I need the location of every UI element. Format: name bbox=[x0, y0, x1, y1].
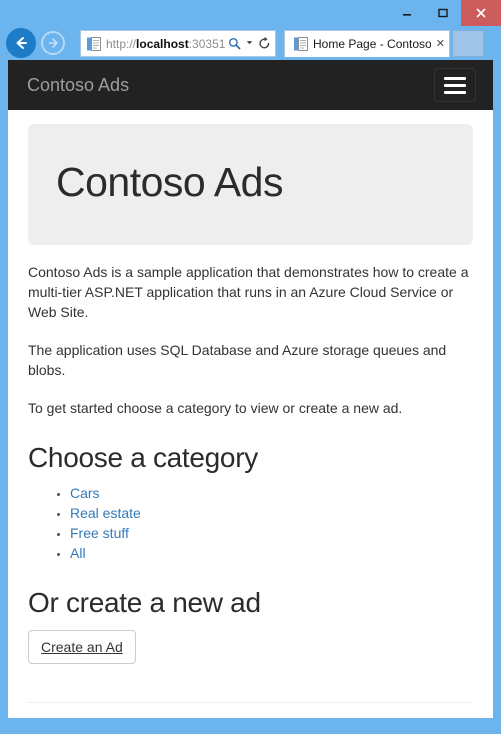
category-link-cars[interactable]: Cars bbox=[70, 485, 100, 501]
minimize-button[interactable] bbox=[389, 0, 425, 26]
tab-favicon bbox=[293, 36, 309, 52]
address-bar[interactable]: http://localhost:30351, bbox=[80, 30, 276, 57]
tab-title: Home Page - Contoso... bbox=[313, 37, 431, 51]
refresh-icon bbox=[258, 37, 269, 49]
forward-arrow-icon bbox=[48, 38, 58, 48]
create-an-ad-button[interactable]: Create an Ad bbox=[28, 629, 136, 664]
hamburger-icon-bar bbox=[444, 90, 466, 94]
list-item: Cars bbox=[70, 483, 473, 503]
navbar-toggle-button[interactable] bbox=[434, 68, 476, 102]
close-button[interactable] bbox=[461, 0, 501, 26]
url-rest: :30351, bbox=[188, 36, 225, 51]
jumbotron: Contoso Ads bbox=[28, 124, 473, 246]
hamburger-icon-bar bbox=[444, 83, 466, 87]
page-container: Contoso Ads Contoso Ads is a sample appl… bbox=[8, 124, 493, 718]
intro-paragraph-2: The application uses SQL Database and Az… bbox=[28, 342, 447, 379]
choose-category-heading: Choose a category bbox=[28, 442, 258, 474]
page-footer: © 2014 - Contoso Ads bbox=[28, 703, 473, 718]
tab-close-button[interactable]: ✕ bbox=[436, 38, 445, 50]
category-list: Cars Real estate Free stuff All bbox=[28, 483, 473, 563]
page-title: Contoso Ads bbox=[56, 159, 284, 205]
browser-window: http://localhost:30351, Home Page - Cont… bbox=[0, 0, 501, 734]
hamburger-icon-bar bbox=[444, 76, 466, 80]
url-text: http://localhost:30351, bbox=[106, 37, 225, 51]
page-viewport: Contoso Ads Contoso Ads Contoso Ads is a… bbox=[8, 60, 493, 718]
intro-paragraph-1: Contoso Ads is a sample application that… bbox=[28, 264, 469, 321]
list-item: Real estate bbox=[70, 503, 473, 523]
minimize-icon bbox=[403, 14, 411, 16]
intro-paragraph-3: To get started choose a category to view… bbox=[28, 400, 403, 417]
navbar-brand[interactable]: Contoso Ads bbox=[27, 75, 129, 95]
new-tab-button[interactable] bbox=[452, 30, 484, 57]
page-icon bbox=[86, 36, 102, 52]
back-button[interactable] bbox=[6, 28, 36, 58]
refresh-button[interactable] bbox=[255, 37, 273, 50]
create-ad-heading: Or create a new ad bbox=[28, 586, 261, 618]
title-bar bbox=[0, 0, 501, 26]
list-item: All bbox=[70, 543, 473, 563]
forward-button[interactable] bbox=[41, 31, 65, 55]
window-controls bbox=[389, 0, 501, 26]
site-navbar: Contoso Ads bbox=[8, 60, 493, 110]
chevron-down-icon bbox=[246, 41, 252, 45]
search-icon bbox=[228, 37, 240, 50]
maximize-button[interactable] bbox=[425, 0, 461, 26]
maximize-icon bbox=[438, 8, 448, 18]
browser-toolbar: http://localhost:30351, Home Page - Cont… bbox=[0, 26, 501, 60]
close-icon bbox=[476, 8, 486, 18]
url-scheme: http:// bbox=[106, 36, 137, 51]
url-host: localhost bbox=[136, 36, 189, 51]
back-arrow-icon bbox=[16, 37, 27, 49]
browser-tab[interactable]: Home Page - Contoso... ✕ bbox=[284, 30, 450, 57]
category-link-all[interactable]: All bbox=[70, 545, 86, 561]
address-dropdown-button[interactable] bbox=[243, 38, 255, 49]
category-link-real-estate[interactable]: Real estate bbox=[70, 505, 141, 521]
tab-strip: Home Page - Contoso... ✕ bbox=[284, 30, 484, 60]
category-link-free-stuff[interactable]: Free stuff bbox=[70, 525, 129, 541]
list-item: Free stuff bbox=[70, 523, 473, 543]
search-button[interactable] bbox=[225, 37, 243, 50]
